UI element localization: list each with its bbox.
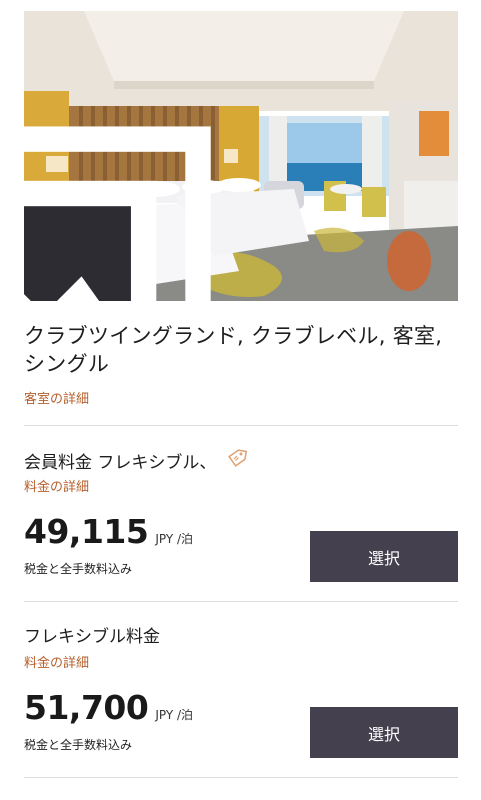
- divider: [24, 601, 458, 602]
- rate-2-name: フレキシブル料金: [24, 622, 160, 647]
- rate-1-name: 会員料金 フレキシブル、: [24, 447, 248, 474]
- rate-2-name-text: フレキシブル料金: [24, 627, 160, 647]
- rate-2-details-link[interactable]: 料金の詳細: [24, 652, 89, 671]
- rate-2-price-row: 51,700 JPY /泊: [24, 688, 193, 727]
- divider: [24, 777, 458, 778]
- member-tag-icon[interactable]: [226, 447, 248, 474]
- rate-2-select-button[interactable]: 選択: [310, 707, 458, 758]
- divider: [24, 425, 458, 426]
- room-details-link[interactable]: 客室の詳細: [24, 388, 89, 407]
- rate-1-price: 49,115: [24, 512, 149, 551]
- room-photo[interactable]: [24, 11, 458, 301]
- rate-2-unit: JPY /泊: [155, 708, 194, 722]
- gallery-icon: [24, 121, 270, 301]
- rate-1-price-row: 49,115 JPY /泊: [24, 512, 193, 551]
- room-title: クラブツイングランド, クラブレベル, 客室, シングル: [24, 324, 443, 376]
- rate-2-price: 51,700: [24, 688, 149, 727]
- rate-1-details-link[interactable]: 料金の詳細: [24, 476, 89, 495]
- rate-2-tax-note: 税金と全手数料込み: [24, 738, 133, 752]
- gallery-button[interactable]: [24, 126, 211, 301]
- rate-1-select-button[interactable]: 選択: [310, 531, 458, 582]
- rate-1-unit: JPY /泊: [155, 532, 194, 546]
- rate-1-tax-note: 税金と全手数料込み: [24, 562, 133, 576]
- rate-1-name-text: 会員料金 フレキシブル、: [24, 453, 217, 473]
